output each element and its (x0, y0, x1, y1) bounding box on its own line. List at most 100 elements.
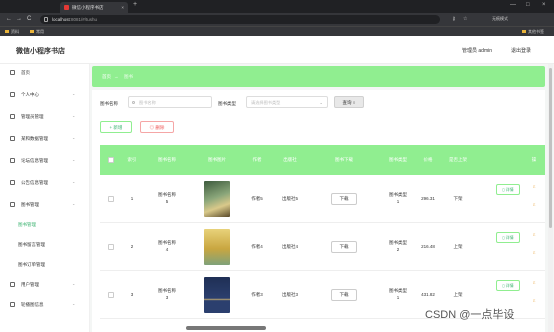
cell-index: 1 (130, 195, 134, 201)
sidebar-item-books[interactable]: 图书管理 ⌄ (0, 196, 90, 214)
select-all-checkbox[interactable] (100, 145, 122, 175)
sidebar-subitem-book-manage[interactable]: 图书管理 (0, 216, 90, 234)
cell-image (192, 223, 242, 271)
edit-button[interactable]: ℰ (533, 250, 535, 255)
breadcrumb-home[interactable]: 首页 (102, 74, 111, 80)
profile-label[interactable]: 无痕模式 (492, 16, 508, 22)
chevron-down-icon: ⌄ (72, 201, 76, 206)
sidebar-item-label: 图书管理 (18, 222, 36, 227)
bookmark-folder[interactable]: 常用 (30, 28, 44, 36)
sidebar-item-users[interactable]: 用户管理 ⌄ (0, 276, 90, 294)
url-path: :8081/#/tushu (69, 17, 98, 22)
sidebar-item-notice[interactable]: 公告信息管理 ⌄ (0, 174, 90, 192)
maximize-button[interactable]: □ (526, 2, 530, 8)
star-icon[interactable]: ☆ (463, 16, 467, 22)
sidebar-item-carousel[interactable]: 轮播图信息 ⌄ (0, 296, 90, 314)
cell-author: 作者3 (251, 291, 263, 297)
favicon-icon (64, 5, 69, 10)
breadcrumb-current: 图书 (124, 74, 133, 79)
admin-icon (10, 114, 15, 119)
key-icon[interactable]: ⚷ (452, 16, 456, 22)
breadcrumb-separator: → (114, 74, 119, 79)
address-bar-row: ← → C localhost:8081/#/tushu ⚷ ☆ 无痕模式 (0, 13, 554, 26)
folder-icon (30, 30, 34, 34)
cell-name: 图书名称 3 (158, 288, 176, 300)
download-button[interactable]: 下载 (331, 193, 357, 205)
minimize-button[interactable]: — (510, 2, 516, 8)
cell-image (192, 175, 242, 223)
detail-button[interactable]: ▯ 详情 (496, 280, 520, 291)
sidebar-item-forum[interactable]: 论坛信息管理 ⌄ (0, 152, 90, 170)
search-button[interactable]: 查询 ○ (334, 96, 364, 108)
other-bookmarks[interactable]: 其他书签 (522, 28, 544, 36)
cell-name: 图书名称 5 (158, 192, 176, 204)
forward-icon[interactable]: → (16, 16, 22, 22)
chevron-down-icon: ⌄ (72, 157, 76, 162)
download-button[interactable]: 下载 (331, 241, 357, 253)
row-checkbox[interactable] (100, 223, 122, 271)
user-label: 管理员 admin (462, 48, 493, 54)
col-header: 图书名称 (158, 157, 176, 162)
select-placeholder: 请选择图书类型 (251, 100, 281, 105)
cell-type: 图书类型 1 (389, 288, 407, 300)
col-header: 图书图片 (208, 157, 226, 162)
book-cover-image (204, 277, 230, 313)
app-title: 微信小程序书店 (16, 48, 65, 55)
type-filter-label: 图书类型 (218, 101, 236, 106)
edit-button[interactable]: ℰ (533, 184, 535, 189)
row-checkbox[interactable] (100, 271, 122, 319)
search-icon (132, 101, 135, 104)
sidebar-item-data[interactable]: 某和数据管理 ⌄ (0, 130, 90, 148)
edit-button[interactable]: ℰ (533, 232, 535, 237)
book-type-select[interactable]: 请选择图书类型 ⌄ (246, 96, 328, 108)
edit-button[interactable]: ℰ (533, 202, 535, 207)
books-table: 索引 图书名称 图书图片 作者 出版社 图书下载 图书类型 价格 是否上架 操 … (100, 145, 545, 332)
add-button[interactable]: + 新增 (100, 121, 132, 133)
delete-button[interactable]: ◎ 删除 (140, 121, 174, 133)
download-button[interactable]: 下载 (331, 289, 357, 301)
horizontal-scrollbar[interactable] (186, 326, 266, 330)
url-input[interactable]: localhost:8081/#/tushu (40, 15, 440, 24)
cell-type: 图书类型 1 (389, 192, 407, 204)
sidebar-item-label: 论坛信息管理 (21, 158, 48, 163)
sidebar-subitem-book-comments[interactable]: 图书留言管理 (0, 236, 90, 254)
browser-tab-bar: 微信小程序书店 × + — □ × (0, 0, 554, 13)
sidebar-item-label: 个人中心 (21, 92, 39, 97)
detail-button[interactable]: ▯ 详情 (496, 232, 520, 243)
sidebar-subitem-book-orders[interactable]: 图书订单管理 (0, 256, 90, 274)
book-name-input[interactable]: 图书名称 (128, 96, 212, 108)
new-tab-button[interactable]: + (133, 1, 137, 8)
edit-button[interactable]: ℰ (533, 280, 535, 285)
row-checkbox[interactable] (100, 175, 122, 223)
chevron-down-icon: ⌄ (72, 113, 76, 118)
sidebar-item-label: 管理员管理 (21, 114, 44, 119)
logout-link[interactable]: 退出登录 (511, 47, 531, 54)
col-header: 操 (531, 157, 537, 162)
edit-button[interactable]: ℰ (533, 298, 535, 303)
reload-icon[interactable]: C (27, 16, 31, 22)
cell-download: 下载 (308, 271, 380, 319)
detail-button[interactable]: ▯ 详情 (496, 184, 520, 195)
browser-tab[interactable]: 微信小程序书店 × (60, 2, 128, 13)
back-icon[interactable]: ← (6, 16, 12, 22)
input-placeholder: 图书名称 (139, 100, 156, 105)
sidebar-item-profile[interactable]: 个人中心 ⌄ (0, 86, 90, 104)
info-icon (44, 17, 48, 22)
home-icon (10, 70, 15, 75)
close-window-button[interactable]: × (542, 2, 546, 8)
col-header: 图书类型 (389, 157, 407, 162)
sidebar-item-admin[interactable]: 管理员管理 ⌄ (0, 108, 90, 126)
cell-name: 图书名称 4 (158, 240, 176, 252)
bookmark-folder[interactable]: 资料 (5, 28, 19, 36)
scrollbar-thumb[interactable] (549, 68, 552, 228)
sidebar-item-label: 某和数据管理 (21, 136, 48, 141)
chevron-down-icon: ⌄ (72, 281, 76, 286)
sidebar-item-label: 首页 (21, 70, 30, 75)
tab-close-icon[interactable]: × (121, 2, 124, 13)
sidebar-item-home[interactable]: 首页 (0, 64, 90, 82)
col-header: 出版社 (283, 157, 297, 162)
sidebar: 首页 个人中心 ⌄ 管理员管理 ⌄ 某和数据管理 ⌄ 论坛信息管理 ⌄ 公告信息… (0, 64, 90, 332)
chevron-down-icon: ⌄ (72, 301, 76, 306)
vertical-scrollbar[interactable] (548, 64, 553, 332)
cell-index: 3 (130, 291, 134, 297)
